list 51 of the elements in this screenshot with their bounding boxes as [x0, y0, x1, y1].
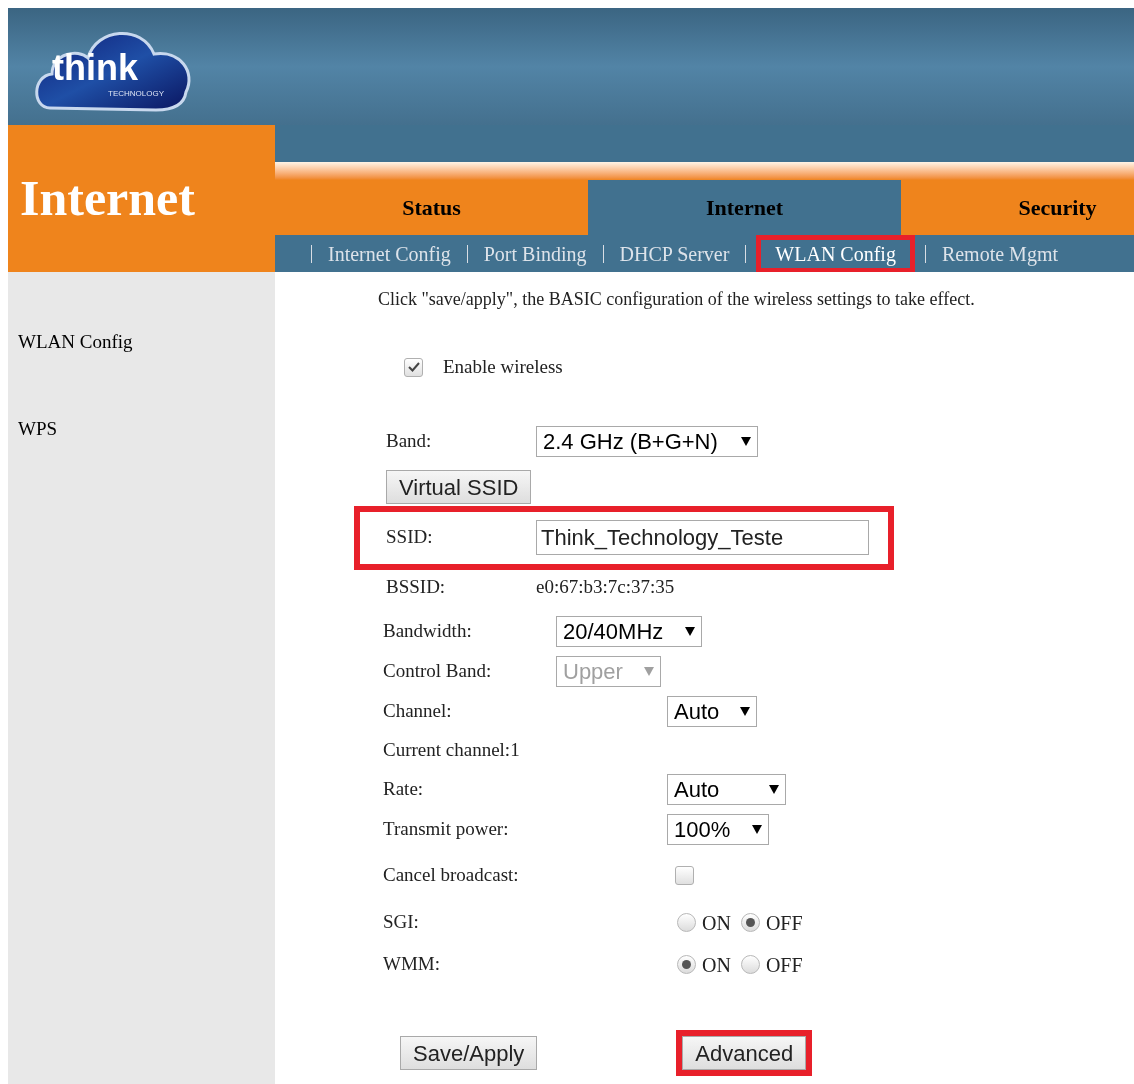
sidebar-link[interactable]: WLAN Config: [18, 328, 133, 357]
subnav-link[interactable]: Internet Config: [322, 239, 457, 268]
ssid-input[interactable]: Think_Technology_Teste: [536, 520, 869, 555]
field-label: Band:: [386, 429, 433, 454]
nav-tab[interactable]: Internet: [588, 180, 901, 235]
field-label: Bandwidth:: [383, 619, 473, 644]
logo-wordmark: think: [52, 50, 138, 86]
caret-icon: [644, 667, 654, 676]
field-label: Transmit power:: [383, 817, 510, 842]
field-label: WMM:: [383, 952, 441, 977]
radio-button[interactable]: [677, 913, 696, 932]
radio-button[interactable]: [740, 913, 760, 932]
radio-label: OFF: [765, 910, 803, 936]
radio-label: ON: [702, 952, 731, 978]
instruction-text: Click "save/apply", the BASIC configuration of the wireless settings to take effect.: [378, 288, 976, 311]
checkbox[interactable]: [404, 357, 423, 377]
subnav-link[interactable]: DHCP Server: [613, 239, 736, 268]
dropdown-select[interactable]: Auto: [667, 774, 786, 805]
subnav-link[interactable]: Remote Mgmt: [935, 239, 1064, 268]
checkbox-label: Enable wireless: [443, 355, 563, 379]
field-label: Control Band:: [383, 659, 493, 684]
dropdown-select[interactable]: 2.4 GHz (B+G+N): [536, 426, 758, 457]
action-button[interactable]: Save/Apply: [400, 1035, 538, 1070]
dropdown-select[interactable]: Auto: [667, 696, 757, 727]
page-title: Internet: [20, 169, 195, 228]
checkbox[interactable]: [675, 866, 694, 885]
radio-button[interactable]: [740, 955, 760, 974]
dropdown-select[interactable]: 20/40MHz: [556, 616, 702, 647]
caret-icon: [740, 707, 750, 716]
radio-label: ON: [702, 910, 731, 936]
field-label: BSSID:: [386, 575, 447, 600]
logo-tagline: TECHNOLOGY: [108, 90, 164, 98]
caret-icon: [752, 825, 762, 834]
field-label: Cancel broadcast:: [383, 863, 520, 888]
radio-button[interactable]: [677, 955, 696, 974]
caret-icon: [741, 437, 751, 446]
caret-icon: [685, 627, 695, 636]
bssid-value: e0:67:b3:7c:37:35: [536, 575, 675, 600]
subnav-link[interactable]: Port Binding: [477, 239, 593, 268]
field-label: Channel:: [383, 699, 453, 724]
field-label: Rate:: [383, 777, 425, 802]
radio-label: OFF: [765, 952, 803, 978]
sidebar-link[interactable]: WPS: [18, 414, 58, 443]
field-label: SSID:: [386, 525, 434, 550]
field-label: SGI:: [383, 910, 420, 935]
dropdown-select[interactable]: 100%: [667, 814, 769, 845]
caret-icon: [769, 785, 779, 794]
check-icon: [407, 362, 420, 373]
virtual-ssid-button[interactable]: Virtual SSID: [386, 469, 532, 504]
subnav-link[interactable]: WLAN Config: [756, 234, 915, 272]
field-label: Current channel:1: [383, 738, 521, 763]
